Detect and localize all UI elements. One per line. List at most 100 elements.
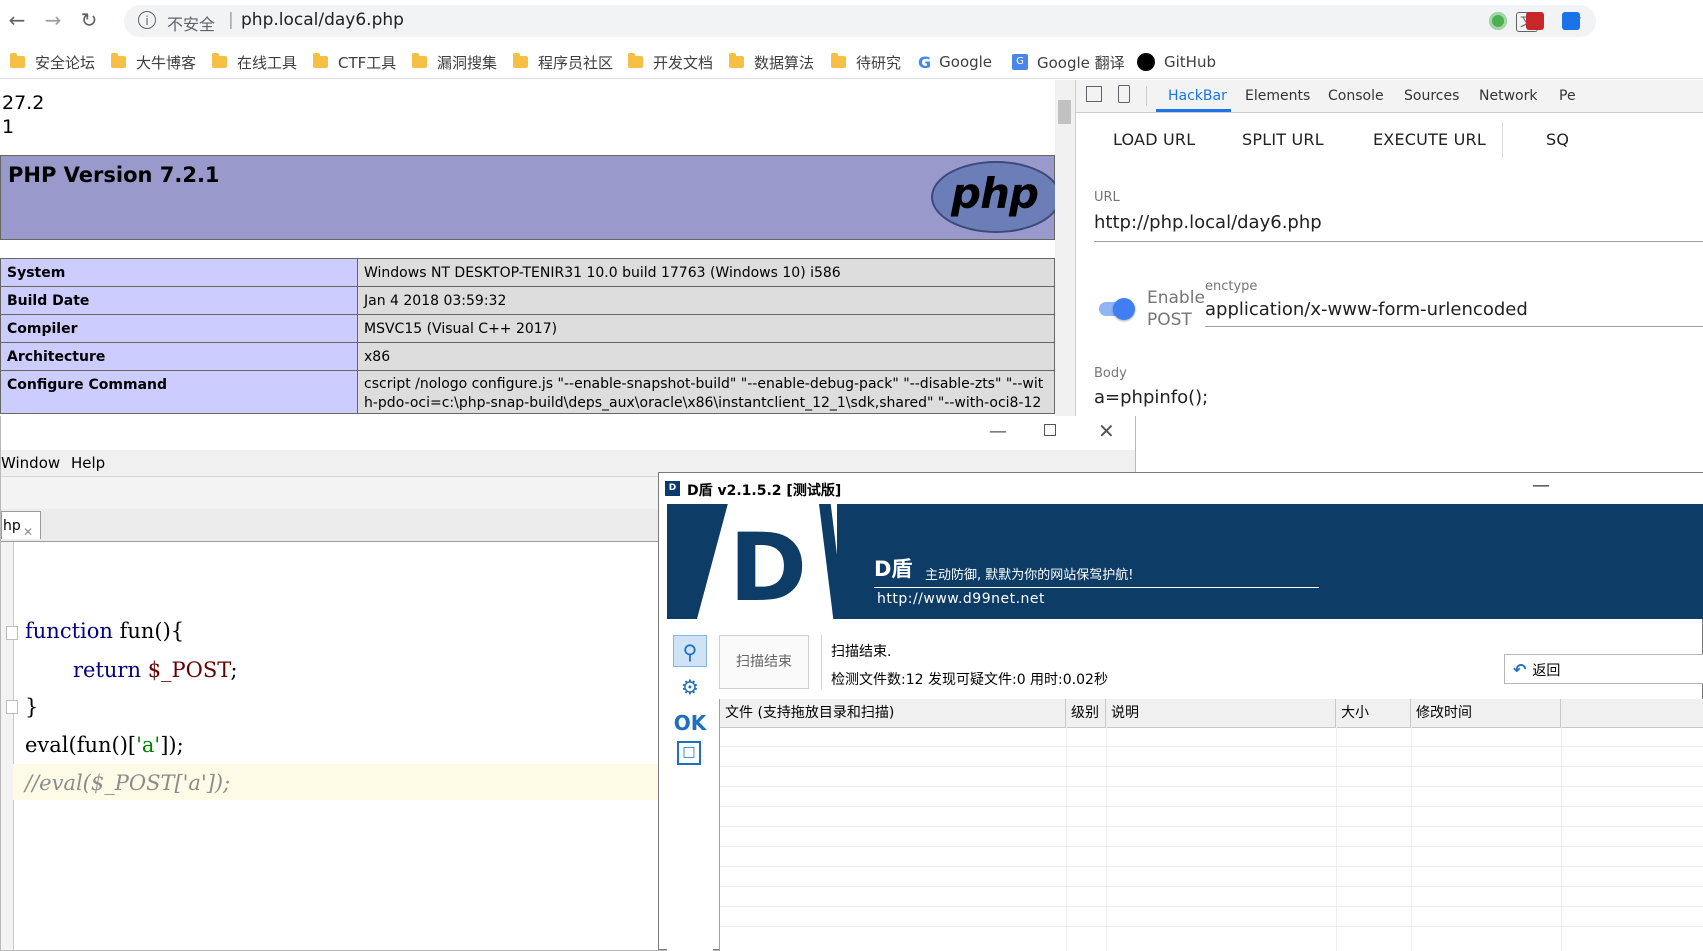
folder-icon bbox=[729, 53, 744, 68]
bookmark-item[interactable]: G Google bbox=[918, 52, 992, 72]
maximize-icon[interactable] bbox=[1044, 424, 1056, 436]
bookmark-item[interactable]: 待研究 bbox=[831, 52, 901, 72]
minimize-icon[interactable]: — bbox=[989, 421, 1007, 442]
address-bar[interactable]: i 不安全 | php.local/day6.php 文 ☆ bbox=[124, 5, 1596, 37]
tab-close-icon[interactable]: ✕ bbox=[23, 518, 33, 546]
code-keyword: return bbox=[73, 658, 141, 682]
google-translate-icon: G bbox=[1012, 54, 1028, 70]
tab-elements[interactable]: Elements bbox=[1245, 88, 1310, 104]
enctype-select-underline bbox=[1205, 326, 1703, 327]
load-url-button[interactable]: LOAD URL bbox=[1113, 130, 1195, 149]
code-line[interactable]: return $_POST; bbox=[73, 658, 238, 682]
column-header-description[interactable]: 说明 bbox=[1106, 699, 1336, 727]
table-key: Architecture bbox=[0, 342, 358, 371]
inspect-element-icon[interactable] bbox=[1086, 86, 1102, 102]
table-key: System bbox=[0, 258, 358, 287]
menu-window[interactable]: Window bbox=[1, 454, 60, 472]
column-header-level[interactable]: 级别 bbox=[1066, 699, 1106, 727]
back-arrow-icon[interactable]: ← bbox=[6, 9, 28, 31]
bookmark-item[interactable]: GitHub bbox=[1137, 52, 1216, 72]
file-tab-label: hp bbox=[3, 518, 21, 534]
sql-menu-button[interactable]: SQ bbox=[1546, 130, 1569, 149]
bookmark-item[interactable]: 在线工具 bbox=[212, 52, 297, 72]
folder-icon bbox=[628, 53, 643, 68]
php-version-title: PHP Version 7.2.1 bbox=[8, 163, 220, 187]
dshield-sidebar: ⚲ ⚙ OK □ bbox=[667, 629, 713, 951]
url-input-underline bbox=[1094, 241, 1703, 242]
extension-green-icon[interactable] bbox=[1489, 12, 1507, 30]
bookmark-item[interactable]: 大牛博客 bbox=[111, 52, 196, 72]
table-row: Compiler MSVC15 (Visual C++ 2017) bbox=[0, 314, 1055, 343]
tab-hackbar[interactable]: HackBar bbox=[1168, 88, 1227, 104]
bookmark-label: Google 翻译 bbox=[1037, 53, 1125, 72]
minimize-icon[interactable]: — bbox=[1532, 475, 1550, 496]
tab-performance[interactable]: Pe bbox=[1559, 88, 1576, 104]
configure-command-text: cscript /nologo configure.js "--enable-s… bbox=[364, 376, 1044, 411]
dshield-website[interactable]: http://www.d99net.net bbox=[877, 591, 1045, 607]
menu-help[interactable]: Help bbox=[71, 454, 105, 472]
code-line[interactable]: function fun(){ bbox=[25, 619, 184, 643]
reload-icon[interactable]: ↻ bbox=[78, 9, 100, 31]
fold-marker-icon[interactable] bbox=[6, 626, 18, 640]
body-field-label: Body bbox=[1094, 366, 1127, 381]
device-toggle-icon[interactable] bbox=[1118, 85, 1130, 103]
enctype-select[interactable]: application/x-www-form-urlencoded bbox=[1205, 299, 1528, 320]
tab-sources[interactable]: Sources bbox=[1404, 88, 1459, 104]
php-logo: php bbox=[931, 161, 1061, 233]
address-url[interactable]: php.local/day6.php bbox=[241, 10, 404, 30]
bookmark-item[interactable]: 安全论坛 bbox=[10, 52, 95, 72]
bookmark-label: 漏洞搜集 bbox=[437, 53, 498, 72]
scan-search-icon[interactable]: ⚲ bbox=[673, 635, 707, 667]
bookmark-label: 在线工具 bbox=[237, 53, 298, 72]
dshield-window: D D盾 v2.1.5.2 [测试版] — D D盾 主动防御, 默默为你的网站… bbox=[658, 472, 1703, 951]
code-comment-line[interactable]: //eval($_POST['a']); bbox=[25, 771, 230, 795]
bookmark-item[interactable]: 数据算法 bbox=[729, 52, 814, 72]
bookmark-label: 开发文档 bbox=[653, 53, 714, 72]
bookmark-label: 安全论坛 bbox=[35, 53, 96, 72]
scan-button[interactable]: 扫描结束 bbox=[719, 635, 809, 689]
bookmark-item[interactable]: 程序员社区 bbox=[513, 52, 613, 72]
code-text: fun(){ bbox=[112, 619, 185, 643]
bookmark-item[interactable]: CTF工具 bbox=[313, 52, 396, 72]
bookmark-item[interactable]: 开发文档 bbox=[628, 52, 713, 72]
url-input[interactable]: http://php.local/day6.php bbox=[1094, 212, 1322, 233]
extension-blue-icon[interactable] bbox=[1562, 12, 1580, 30]
bookmark-item[interactable]: G Google 翻译 bbox=[1012, 52, 1125, 72]
column-header-file[interactable]: 文件 (支持拖放目录和扫描) bbox=[720, 699, 1066, 727]
ok-icon[interactable]: OK bbox=[673, 707, 707, 739]
info-icon[interactable]: i bbox=[138, 11, 156, 29]
bookmark-item[interactable]: 漏洞搜集 bbox=[412, 52, 497, 72]
tab-console[interactable]: Console bbox=[1328, 88, 1384, 104]
body-input[interactable]: a=phpinfo(); bbox=[1094, 387, 1208, 408]
code-line[interactable]: eval(fun()['a']); bbox=[25, 733, 184, 757]
page-scrollbar[interactable] bbox=[1055, 80, 1075, 420]
file-tab[interactable]: hp ✕ bbox=[1, 511, 41, 539]
scan-results-table[interactable]: 文件 (支持拖放目录和扫描) 级别 说明 大小 修改时间 bbox=[719, 699, 1703, 951]
page-scrollbar-thumb[interactable] bbox=[1058, 100, 1071, 124]
fold-end-icon bbox=[6, 700, 18, 714]
table-row bbox=[720, 887, 1703, 907]
table-row bbox=[720, 727, 1703, 747]
status-divider bbox=[821, 635, 822, 689]
execute-url-button[interactable]: EXECUTE URL bbox=[1373, 130, 1486, 149]
table-value: MSVC15 (Visual C++ 2017) bbox=[357, 314, 1055, 343]
dshield-brand: D盾 bbox=[874, 557, 913, 581]
table-key: Configure Command bbox=[0, 370, 358, 414]
split-url-button[interactable]: SPLIT URL bbox=[1242, 130, 1324, 149]
tab-network[interactable]: Network bbox=[1479, 88, 1537, 104]
folder-icon bbox=[10, 53, 25, 68]
column-header-size[interactable]: 大小 bbox=[1336, 699, 1411, 727]
back-button[interactable]: ↶ 返回 bbox=[1504, 654, 1703, 684]
code-line[interactable]: } bbox=[25, 695, 38, 719]
forward-arrow-icon[interactable]: → bbox=[42, 9, 64, 31]
table-row bbox=[720, 847, 1703, 867]
enable-post-toggle-knob[interactable] bbox=[1113, 298, 1135, 320]
tools-icon[interactable]: □ bbox=[677, 741, 701, 765]
table-row bbox=[720, 767, 1703, 787]
process-icon[interactable]: ⚙ bbox=[673, 671, 707, 703]
close-icon[interactable]: ✕ bbox=[1098, 419, 1115, 443]
column-header-modified[interactable]: 修改时间 bbox=[1411, 699, 1561, 727]
php-header: PHP Version 7.2.1 php bbox=[0, 155, 1061, 240]
ublock-icon[interactable] bbox=[1526, 12, 1544, 30]
